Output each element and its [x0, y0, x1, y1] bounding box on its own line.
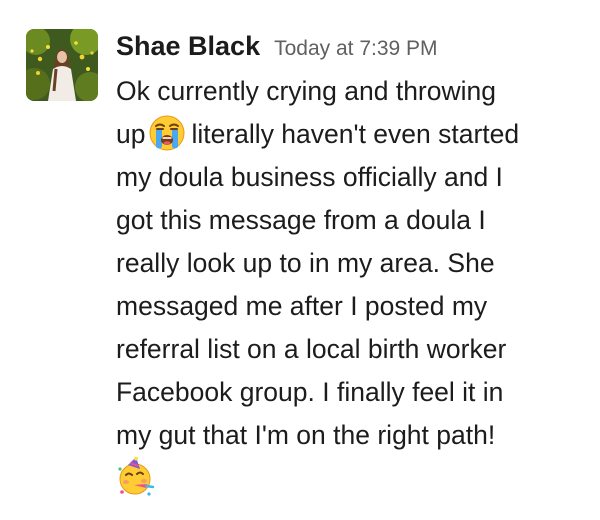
message-line: Ok currently crying and throwing — [116, 76, 496, 106]
message-timestamp[interactable]: Today at 7:39 PM — [274, 31, 437, 67]
message-text: Ok currently crying and throwing up lite… — [116, 70, 586, 500]
partying-face-icon — [116, 457, 156, 497]
message-line: really look up to in my area. She — [116, 248, 495, 278]
loudly-crying-face-icon — [147, 113, 187, 153]
message-line: referral list on a local birth worker — [116, 334, 507, 364]
chat-message: Shae Black Today at 7:39 PM Ok currently… — [0, 0, 600, 520]
message-fragment: up — [116, 119, 146, 149]
message-header: Shae Black Today at 7:39 PM — [116, 28, 438, 68]
message-fragment: literally haven't even started — [191, 119, 520, 149]
message-line-with-emoji: up literally haven't even started — [116, 113, 586, 156]
message-line: messaged me after I posted my — [116, 291, 488, 321]
message-line-emoji — [116, 457, 586, 500]
message-line: got this message from a doula I — [116, 205, 486, 235]
message-line: my gut that I'm on the right path! — [116, 420, 496, 450]
avatar[interactable] — [26, 29, 98, 101]
sender-name[interactable]: Shae Black — [116, 28, 260, 64]
message-line: Facebook group. I finally feel it in — [116, 377, 504, 407]
message-line: my doula business officially and I — [116, 162, 503, 192]
